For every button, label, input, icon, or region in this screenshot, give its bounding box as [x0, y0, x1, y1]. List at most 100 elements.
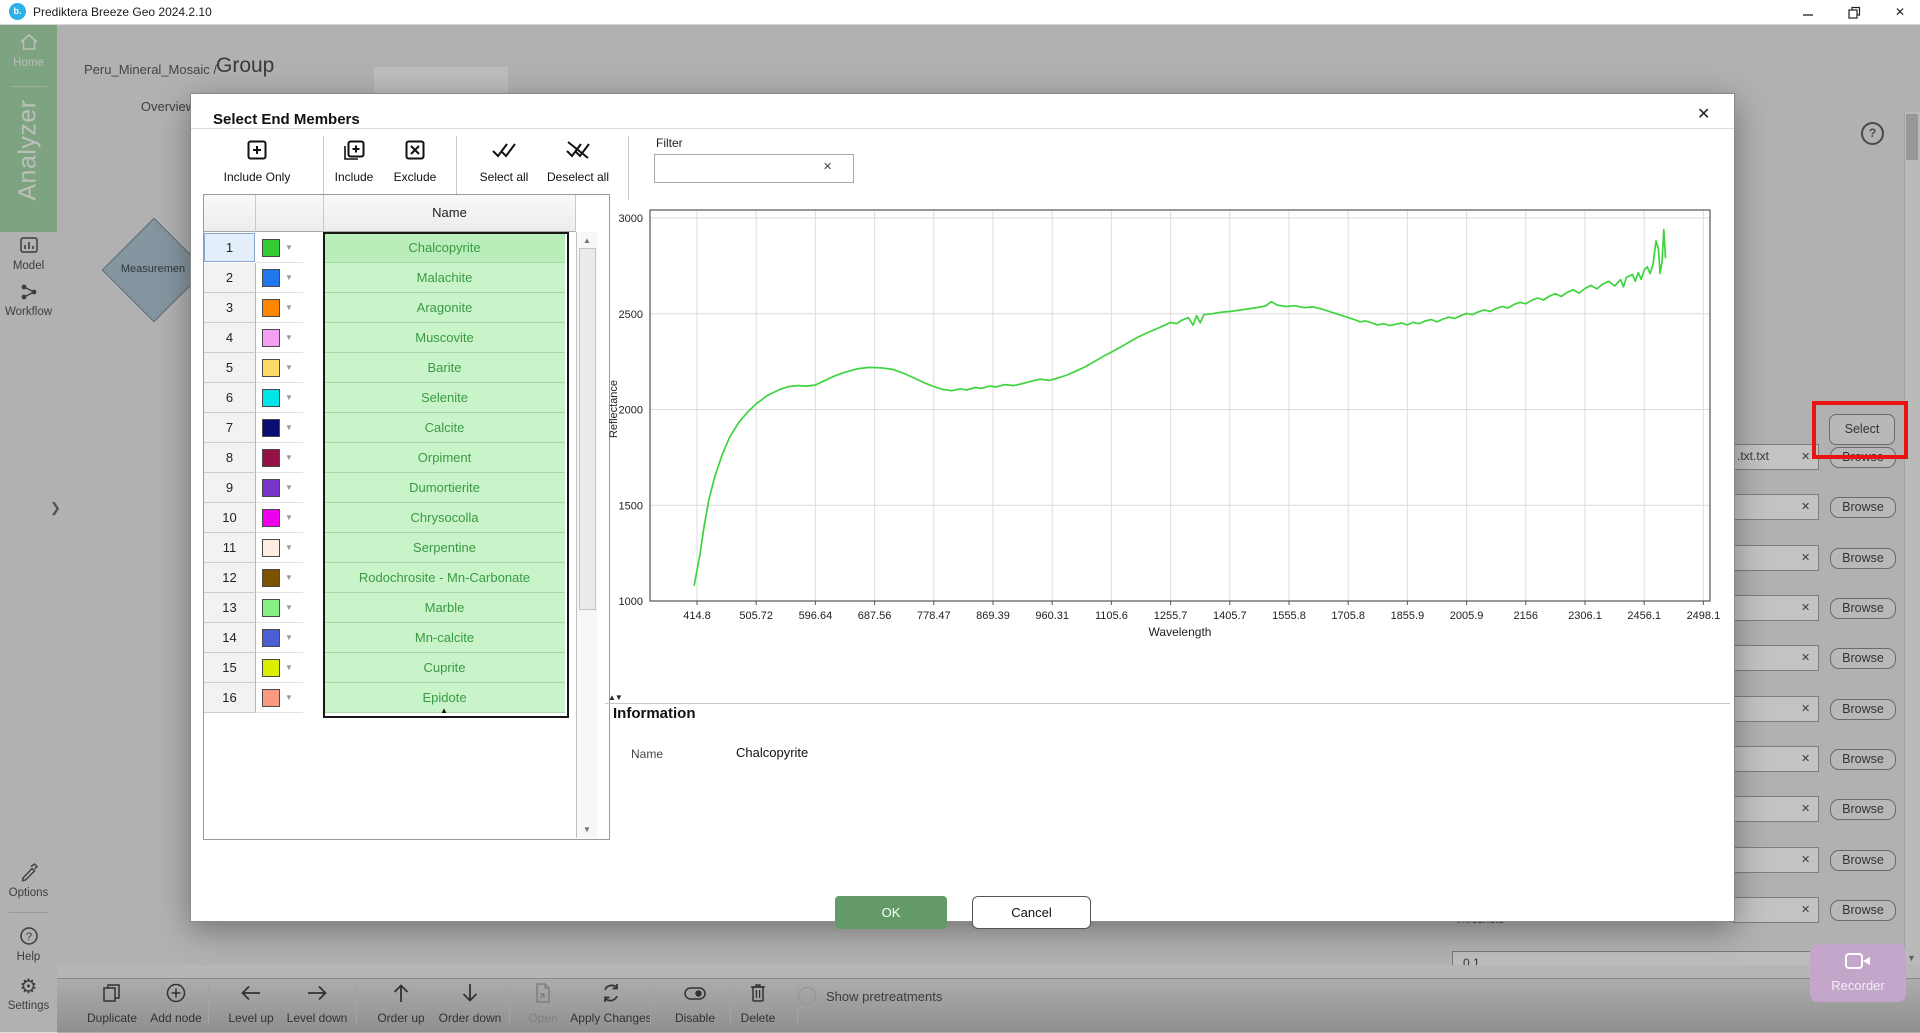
- mineral-name-cell[interactable]: Aragonite: [324, 293, 565, 323]
- color-cell[interactable]: ▼: [256, 293, 303, 323]
- color-dropdown-icon[interactable]: ▼: [285, 393, 293, 402]
- row-number-cell[interactable]: 9: [204, 473, 256, 503]
- column-header-color[interactable]: [256, 195, 324, 232]
- mineral-name-cell[interactable]: Cuprite: [324, 653, 565, 683]
- row-number-cell[interactable]: 6: [204, 383, 256, 413]
- color-cell[interactable]: ▼: [256, 443, 303, 473]
- color-cell[interactable]: ▼: [256, 413, 303, 443]
- row-number-cell[interactable]: 8: [204, 443, 256, 473]
- mineral-name-cell[interactable]: Rodochrosite - Mn-Carbonate: [324, 563, 565, 593]
- select-button-highlight-box: [1812, 401, 1908, 459]
- close-window-icon[interactable]: ✕: [1880, 0, 1920, 24]
- color-swatch[interactable]: [262, 689, 280, 707]
- color-swatch[interactable]: [262, 419, 280, 437]
- color-dropdown-icon[interactable]: ▼: [285, 273, 293, 282]
- color-dropdown-icon[interactable]: ▼: [285, 303, 293, 312]
- row-number-cell[interactable]: 4: [204, 323, 256, 353]
- splitter-handle-icon[interactable]: ▲▼: [608, 693, 622, 702]
- color-dropdown-icon[interactable]: ▼: [285, 633, 293, 642]
- row-number-cell[interactable]: 13: [204, 593, 256, 623]
- column-header-name[interactable]: Name: [324, 195, 576, 232]
- deselect-all-button[interactable]: Deselect all: [530, 138, 626, 184]
- scroll-down-icon[interactable]: ▼: [577, 825, 597, 834]
- color-cell[interactable]: ▼: [256, 353, 303, 383]
- dialog-close-icon[interactable]: ✕: [1697, 104, 1710, 124]
- color-dropdown-icon[interactable]: ▼: [285, 423, 293, 432]
- color-cell[interactable]: ▼: [256, 623, 303, 653]
- color-dropdown-icon[interactable]: ▼: [285, 363, 293, 372]
- mineral-name-cell[interactable]: Mn-calcite: [324, 623, 565, 653]
- color-swatch[interactable]: [262, 599, 280, 617]
- color-swatch[interactable]: [262, 539, 280, 557]
- color-cell[interactable]: ▼: [256, 653, 303, 683]
- color-dropdown-icon[interactable]: ▼: [285, 573, 293, 582]
- color-dropdown-icon[interactable]: ▼: [285, 693, 293, 702]
- color-cell[interactable]: ▼: [256, 563, 303, 593]
- recorder-button[interactable]: Recorder: [1810, 944, 1906, 1002]
- row-number-cell[interactable]: 2: [204, 263, 256, 293]
- filter-clear-icon[interactable]: ✕: [823, 160, 832, 173]
- mineral-name-cell[interactable]: Serpentine: [324, 533, 565, 563]
- color-cell[interactable]: ▼: [256, 383, 303, 413]
- scroll-up-icon[interactable]: ▲: [577, 236, 597, 245]
- mineral-name-cell[interactable]: Orpiment: [324, 443, 565, 473]
- row-number-cell[interactable]: 10: [204, 503, 256, 533]
- color-dropdown-icon[interactable]: ▼: [285, 483, 293, 492]
- mineral-name-cell[interactable]: Muscovite: [324, 323, 565, 353]
- minimize-icon[interactable]: [1788, 0, 1828, 24]
- color-dropdown-icon[interactable]: ▼: [285, 543, 293, 552]
- mineral-name-cell[interactable]: Marble: [324, 593, 565, 623]
- mineral-name-cell[interactable]: Chalcopyrite: [324, 233, 565, 263]
- color-dropdown-icon[interactable]: ▼: [285, 603, 293, 612]
- color-swatch[interactable]: [262, 659, 280, 677]
- row-number-cell[interactable]: 12: [204, 563, 256, 593]
- cancel-button[interactable]: Cancel: [972, 896, 1091, 929]
- row-number-cell[interactable]: 7: [204, 413, 256, 443]
- color-dropdown-icon[interactable]: ▼: [285, 453, 293, 462]
- color-cell[interactable]: ▼: [256, 533, 303, 563]
- color-swatch[interactable]: [262, 329, 280, 347]
- column-header-blank[interactable]: [204, 195, 256, 232]
- table-scrollbar[interactable]: ▲ ▼: [576, 232, 597, 838]
- color-cell[interactable]: ▼: [256, 473, 303, 503]
- table-scrollbar-thumb[interactable]: [579, 248, 596, 610]
- color-swatch[interactable]: [262, 269, 280, 287]
- row-number-cell[interactable]: 11: [204, 533, 256, 563]
- color-cell[interactable]: ▼: [256, 323, 303, 353]
- color-dropdown-icon[interactable]: ▼: [285, 243, 293, 252]
- mineral-name-cell[interactable]: Barite: [324, 353, 565, 383]
- color-dropdown-icon[interactable]: ▼: [285, 333, 293, 342]
- mineral-name-cell[interactable]: Selenite: [324, 383, 565, 413]
- color-cell[interactable]: ▼: [256, 263, 303, 293]
- column-select-bottom-handle-icon[interactable]: ▲: [440, 706, 448, 715]
- restore-icon[interactable]: [1834, 0, 1874, 24]
- row-number-cell[interactable]: 3: [204, 293, 256, 323]
- row-number-cell[interactable]: 5: [204, 353, 256, 383]
- color-cell[interactable]: ▼: [256, 233, 303, 263]
- mineral-name-cell[interactable]: Malachite: [324, 263, 565, 293]
- mineral-name-cell[interactable]: Calcite: [324, 413, 565, 443]
- row-number-cell[interactable]: 15: [204, 653, 256, 683]
- color-swatch[interactable]: [262, 509, 280, 527]
- color-swatch[interactable]: [262, 479, 280, 497]
- color-swatch[interactable]: [262, 629, 280, 647]
- color-swatch[interactable]: [262, 569, 280, 587]
- color-swatch[interactable]: [262, 449, 280, 467]
- ok-button[interactable]: OK: [835, 896, 947, 929]
- mineral-name-cell[interactable]: Dumortierite: [324, 473, 565, 503]
- color-swatch[interactable]: [262, 389, 280, 407]
- color-cell[interactable]: ▼: [256, 593, 303, 623]
- row-number-cell[interactable]: 14: [204, 623, 256, 653]
- color-dropdown-icon[interactable]: ▼: [285, 513, 293, 522]
- color-swatch[interactable]: [262, 299, 280, 317]
- color-dropdown-icon[interactable]: ▼: [285, 663, 293, 672]
- color-cell[interactable]: ▼: [256, 503, 303, 533]
- mineral-name-cell[interactable]: Chrysocolla: [324, 503, 565, 533]
- color-swatch[interactable]: [262, 239, 280, 257]
- exclude-button[interactable]: Exclude: [367, 138, 463, 184]
- include-only-button[interactable]: Include Only: [209, 138, 305, 184]
- row-number-cell[interactable]: 1: [204, 233, 255, 262]
- color-cell[interactable]: ▼: [256, 683, 303, 713]
- row-number-cell[interactable]: 16: [204, 683, 256, 713]
- color-swatch[interactable]: [262, 359, 280, 377]
